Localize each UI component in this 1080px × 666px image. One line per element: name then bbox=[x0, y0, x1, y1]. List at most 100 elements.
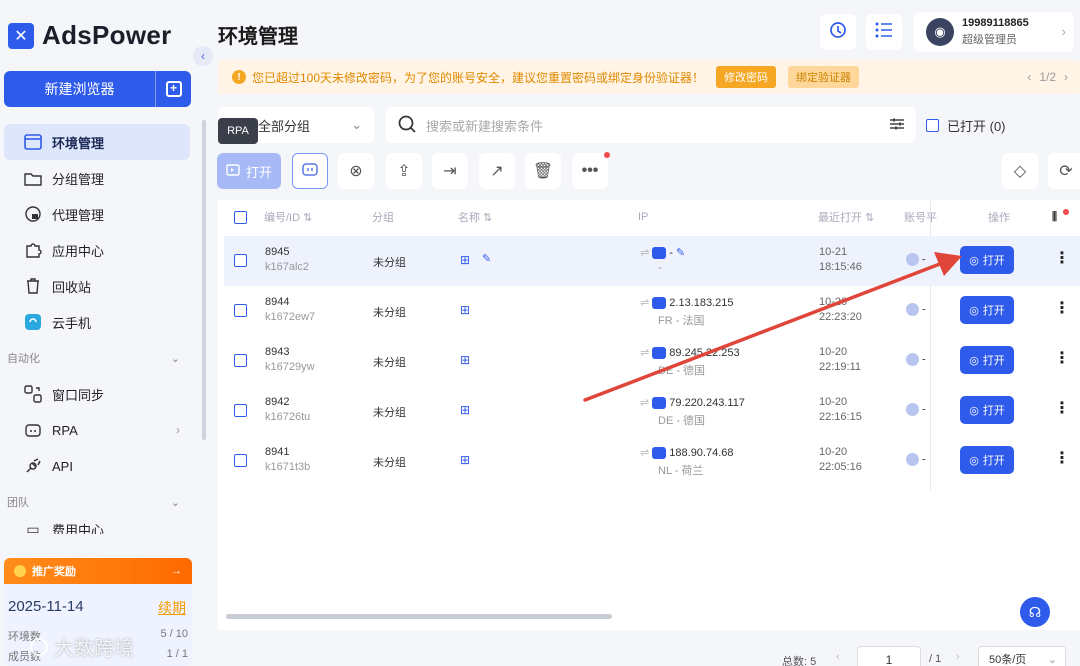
new-browser-button[interactable]: 新建浏览器 + bbox=[4, 71, 191, 107]
search-input[interactable]: 搜索或新建搜索条件 bbox=[426, 116, 543, 135]
sidebar-item-proxies[interactable]: 代理管理 bbox=[0, 196, 200, 232]
total-count: 总数: 5 bbox=[782, 656, 817, 666]
next-page-icon[interactable]: › bbox=[956, 651, 960, 663]
tag-button[interactable]: ◇ bbox=[1002, 153, 1038, 189]
row-ip-cell: ⇌ 2.13.183.215 FR - 法国 bbox=[640, 296, 734, 328]
edit-icon[interactable]: ✎ bbox=[676, 247, 685, 259]
robot-icon bbox=[24, 421, 42, 439]
header-id-label: 编号/ID bbox=[264, 212, 301, 224]
columns-settings-icon[interactable]: ⫼ bbox=[1052, 211, 1057, 224]
sync-button[interactable] bbox=[820, 14, 856, 50]
header-id[interactable]: 编号/ID ⇅ bbox=[264, 209, 312, 225]
robot-icon bbox=[301, 161, 319, 182]
row-more-icon[interactable]: ⋮ bbox=[1054, 398, 1070, 418]
globe-lock-icon bbox=[24, 205, 42, 223]
table-row[interactable]: 8943 k16729yw 未分组 ⊞ ⇌ 89.245.22.253 DE -… bbox=[224, 336, 1080, 386]
row-group: 未分组 bbox=[373, 407, 406, 419]
close-browsers-button[interactable]: ⊗ bbox=[338, 153, 374, 189]
row-ip-cell: ⇌ - ✎ - bbox=[640, 246, 685, 274]
open-browser-button[interactable]: ◎ 打开 bbox=[960, 296, 1014, 324]
table-row[interactable]: 8942 k16726tu 未分组 ⊞ ⇌ 79.220.243.117 DE … bbox=[224, 386, 1080, 436]
move-group-button[interactable]: ⇥ bbox=[432, 153, 468, 189]
chevron-left-icon: ‹ bbox=[201, 49, 205, 63]
sidebar-scrollbar[interactable] bbox=[202, 120, 206, 440]
sidebar-item-billing[interactable]: ▭ 费用中心 bbox=[0, 520, 200, 535]
table-row[interactable]: 8944 k1672ew7 未分组 ⊞ ⇌ 2.13.183.215 FR - … bbox=[224, 286, 1080, 336]
sidebar-item-cloud-phone[interactable]: 云手机 bbox=[0, 304, 200, 340]
row-checkbox[interactable] bbox=[234, 354, 247, 367]
row-checkbox[interactable] bbox=[234, 404, 247, 417]
opened-filter[interactable]: 已打开 (0) bbox=[926, 116, 1006, 135]
page-size-select[interactable]: 50条/页 ⌄ bbox=[978, 646, 1066, 666]
table-row[interactable]: 8945 k167alc2 未分组 ⊞ ✎ ⇌ - ✎ - 10-21 18:1… bbox=[224, 236, 1080, 286]
section-automation-label: 自动化 bbox=[7, 353, 40, 365]
collapse-sidebar-button[interactable]: ‹ bbox=[193, 46, 213, 66]
open-browser-button[interactable]: ◎ 打开 bbox=[960, 246, 1014, 274]
swap-icon: ⇌ bbox=[640, 447, 650, 459]
row-group: 未分组 bbox=[373, 307, 406, 319]
filter-settings-icon[interactable] bbox=[890, 117, 904, 134]
more-actions-button[interactable]: ••• bbox=[572, 153, 608, 189]
table-horizontal-scrollbar[interactable] bbox=[226, 614, 612, 619]
promo-header[interactable]: 推广奖励 → bbox=[4, 558, 192, 584]
row-checkbox[interactable] bbox=[234, 304, 247, 317]
sidebar-item-groups[interactable]: 分组管理 bbox=[0, 160, 200, 196]
table-row[interactable]: 8941 k1671t3b 未分组 ⊞ ⇌ 188.90.74.68 NL - … bbox=[224, 436, 1080, 486]
sidebar-item-recycle-bin[interactable]: 回收站 bbox=[0, 268, 200, 304]
chevron-right-icon[interactable]: › bbox=[1064, 70, 1068, 84]
sidebar-item-rpa[interactable]: RPA › bbox=[0, 412, 200, 448]
renew-link[interactable]: 续期 bbox=[158, 598, 186, 618]
row-more-icon[interactable]: ⋮ bbox=[1054, 248, 1070, 268]
sidebar-item-apps[interactable]: 应用中心 bbox=[0, 232, 200, 268]
user-menu[interactable]: ◉ 19989118865 超级管理员 › bbox=[914, 12, 1074, 52]
row-ip-location: DE - 德国 bbox=[658, 365, 706, 378]
chevron-left-icon[interactable]: ‹ bbox=[1027, 70, 1031, 84]
row-more-icon[interactable]: ⋮ bbox=[1054, 348, 1070, 368]
billing-icon: ▭ bbox=[26, 520, 40, 535]
header-last-open[interactable]: 最近打开 ⇅ bbox=[818, 209, 874, 225]
header-name[interactable]: 名称 ⇅ bbox=[458, 209, 492, 225]
logo[interactable]: ✕ AdsPower bbox=[8, 20, 172, 51]
bulk-open-button[interactable]: 打开 bbox=[217, 153, 281, 189]
sidebar-item-window-sync[interactable]: 窗口同步 bbox=[0, 376, 200, 412]
row-ip-cell: ⇌ 79.220.243.117 DE - 德国 bbox=[640, 396, 745, 428]
bind-authenticator-button[interactable]: 绑定验证器 bbox=[788, 66, 860, 88]
open-browser-button[interactable]: ◎ 打开 bbox=[960, 396, 1014, 424]
opened-checkbox[interactable] bbox=[926, 119, 939, 132]
support-chat-button[interactable]: ☊ bbox=[1020, 597, 1050, 627]
brand-name: AdsPower bbox=[42, 20, 172, 50]
edit-icon[interactable]: ✎ bbox=[482, 252, 491, 265]
delete-button[interactable]: 🗑 bbox=[525, 153, 561, 189]
task-list-button[interactable] bbox=[866, 14, 902, 50]
upload-button[interactable]: ⇪ bbox=[386, 153, 422, 189]
sidebar-item-api[interactable]: API bbox=[0, 448, 200, 484]
sidebar-item-environments[interactable]: 环境管理 bbox=[4, 124, 190, 160]
user-role: 超级管理员 bbox=[962, 34, 1017, 46]
row-more-icon[interactable]: ⋮ bbox=[1054, 298, 1070, 318]
share-button[interactable]: ↗ bbox=[479, 153, 515, 189]
folder-icon bbox=[24, 169, 42, 187]
refresh-button[interactable]: ⟳ bbox=[1048, 153, 1080, 189]
rpa-button[interactable] bbox=[292, 153, 328, 189]
row-more-icon[interactable]: ⋮ bbox=[1054, 448, 1070, 468]
open-browser-button[interactable]: ◎ 打开 bbox=[960, 446, 1014, 474]
row-checkbox[interactable] bbox=[234, 454, 247, 467]
windows-icon: ⊞ bbox=[460, 403, 471, 417]
change-password-button[interactable]: 修改密码 bbox=[716, 66, 777, 88]
page-number-input[interactable]: 1 bbox=[857, 646, 921, 666]
open-browser-button[interactable]: ◎ 打开 bbox=[960, 346, 1014, 374]
search-bar[interactable]: 搜索或新建搜索条件 bbox=[386, 107, 916, 143]
swap-icon: ⇌ bbox=[640, 247, 650, 259]
more-horizontal-icon: ••• bbox=[581, 162, 599, 179]
new-browser-add-button[interactable]: + bbox=[155, 71, 191, 107]
row-ip-cell: ⇌ 188.90.74.68 NL - 荷兰 bbox=[640, 446, 734, 478]
row-checkbox[interactable] bbox=[234, 254, 247, 267]
section-automation[interactable]: 自动化 ⌄ bbox=[0, 340, 200, 376]
select-all-checkbox[interactable] bbox=[234, 210, 247, 224]
columns-notification-dot bbox=[1063, 209, 1069, 215]
row-group: 未分组 bbox=[373, 457, 406, 469]
section-team[interactable]: 团队 ⌄ bbox=[0, 484, 200, 520]
prev-page-icon[interactable]: ‹ bbox=[836, 651, 840, 663]
sidebar-item-label: 窗口同步 bbox=[52, 387, 105, 403]
plus-square-icon: + bbox=[165, 81, 182, 97]
